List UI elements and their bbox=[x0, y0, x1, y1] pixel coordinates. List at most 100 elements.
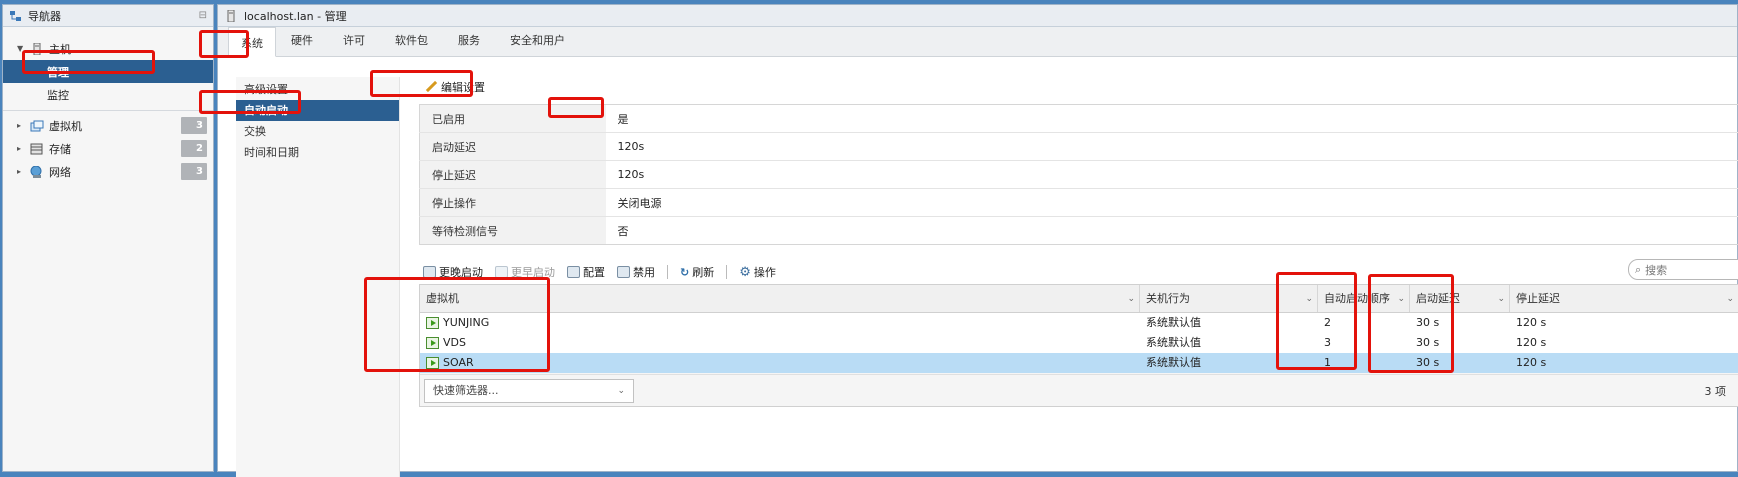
vm-name: YUNJING bbox=[443, 313, 489, 333]
navigator-header: 导航器 ⊟ bbox=[3, 5, 213, 27]
settings-row: 等待检测信号 否 bbox=[420, 217, 1738, 245]
tab-packages[interactable]: 软件包 bbox=[380, 32, 443, 56]
tree-item-virtual-machines[interactable]: ▸ 虚拟机 3 bbox=[3, 114, 213, 137]
autostart-settings-table: 已启用 是 启动延迟 120s 停止延迟 120s 停止操作 关闭电源 等待检测… bbox=[419, 104, 1738, 245]
configure-button[interactable]: 配置 bbox=[567, 264, 605, 280]
quick-filter-select[interactable]: 快速筛选器... ⌄ bbox=[424, 379, 634, 403]
vm-toolbar: 更晚启动 更早启动 配置 禁用 ↻ 刷新 ⚙ 操作 bbox=[423, 262, 776, 282]
column-header-shutdown[interactable]: 关机行为 ⌄ bbox=[1140, 285, 1318, 312]
navigator-title: 导航器 bbox=[28, 8, 194, 24]
gear-icon: ⚙ bbox=[739, 265, 751, 280]
count-badge: 3 bbox=[181, 117, 207, 134]
setting-key: 停止操作 bbox=[420, 189, 606, 217]
count-badge: 3 bbox=[181, 163, 207, 180]
setting-value: 是 bbox=[606, 105, 1738, 133]
navigator-panel: 导航器 ⊟ ▼ 主机 管理 监控 ▸ 虚拟机 3 ▸ bbox=[2, 4, 214, 472]
tree-item-host[interactable]: ▼ 主机 bbox=[3, 37, 213, 60]
refresh-icon: ↻ bbox=[680, 266, 689, 279]
configure-label: 配置 bbox=[583, 264, 605, 280]
table-row[interactable]: YUNJING 系统默认值 2 30 s 120 s bbox=[420, 313, 1738, 333]
search-input[interactable]: ⌕ 搜索 bbox=[1628, 259, 1738, 280]
setting-value: 否 bbox=[606, 217, 1738, 245]
toolbar-separator bbox=[667, 265, 668, 279]
grid-footer: 快速筛选器... ⌄ 3 项 bbox=[420, 374, 1738, 406]
chevron-down-icon[interactable]: ⌄ bbox=[1497, 285, 1505, 313]
tree-item-storage[interactable]: ▸ 存储 2 bbox=[3, 137, 213, 160]
menu-advanced-settings[interactable]: 高级设置 bbox=[236, 79, 399, 100]
expand-right-icon[interactable]: ▸ bbox=[17, 121, 25, 130]
window-title: localhost.lan - 管理 bbox=[244, 8, 347, 24]
tab-licensing[interactable]: 许可 bbox=[328, 32, 380, 56]
start-earlier-icon bbox=[495, 266, 508, 278]
vm-name-cell: SOAR bbox=[420, 353, 1140, 373]
vm-name-cell: YUNJING bbox=[420, 313, 1140, 333]
chevron-down-icon[interactable]: ⌄ bbox=[1305, 285, 1313, 313]
menu-autostart[interactable]: 自动启动 bbox=[236, 100, 399, 121]
setting-value: 120s bbox=[606, 133, 1738, 161]
menu-swap[interactable]: 交换 bbox=[236, 121, 399, 142]
column-header-autostart-order[interactable]: 自动启动顺序 ⌄ bbox=[1318, 285, 1410, 312]
expand-right-icon[interactable]: ▸ bbox=[17, 167, 25, 176]
tab-hardware[interactable]: 硬件 bbox=[276, 32, 328, 56]
table-row[interactable]: VDS 系统默认值 3 30 s 120 s bbox=[420, 333, 1738, 353]
actions-label: 操作 bbox=[754, 264, 776, 280]
expand-down-icon[interactable]: ▼ bbox=[17, 44, 25, 53]
column-label: 关机行为 bbox=[1146, 292, 1190, 305]
storage-icon bbox=[30, 143, 44, 155]
shutdown-cell: 系统默认值 bbox=[1140, 333, 1318, 353]
search-placeholder: 搜索 bbox=[1645, 262, 1667, 278]
chevron-down-icon[interactable]: ⌄ bbox=[617, 380, 625, 402]
configure-icon bbox=[567, 266, 580, 278]
order-cell: 2 bbox=[1318, 313, 1410, 333]
refresh-label: 刷新 bbox=[692, 264, 714, 280]
vm-powered-on-icon bbox=[426, 317, 439, 329]
tree-item-monitor[interactable]: 监控 bbox=[3, 83, 213, 106]
disable-icon bbox=[617, 266, 630, 278]
start-later-icon bbox=[423, 266, 436, 278]
refresh-button[interactable]: ↻ 刷新 bbox=[680, 264, 714, 280]
expand-right-icon[interactable]: ▸ bbox=[17, 144, 25, 153]
menu-time-date[interactable]: 时间和日期 bbox=[236, 142, 399, 163]
column-label: 停止延迟 bbox=[1516, 292, 1560, 305]
tree-item-manage[interactable]: 管理 bbox=[3, 60, 213, 83]
collapse-panel-icon[interactable]: ⊟ bbox=[199, 10, 207, 21]
vm-name: SOAR bbox=[443, 353, 474, 373]
tree-item-label: 虚拟机 bbox=[49, 118, 82, 134]
vm-powered-on-icon bbox=[426, 337, 439, 349]
setting-key: 已启用 bbox=[420, 105, 606, 133]
vm-name-cell: VDS bbox=[420, 333, 1140, 353]
column-header-vm[interactable]: 虚拟机 ⌄ bbox=[420, 285, 1140, 312]
tree-item-network[interactable]: ▸ 网络 3 bbox=[3, 160, 213, 183]
chevron-down-icon[interactable]: ⌄ bbox=[1397, 285, 1405, 313]
column-label: 虚拟机 bbox=[426, 292, 459, 305]
vm-name: VDS bbox=[443, 333, 466, 353]
column-header-start-delay[interactable]: 启动延迟 ⌄ bbox=[1410, 285, 1510, 312]
stop-delay-cell: 120 s bbox=[1510, 333, 1738, 353]
start-earlier-button[interactable]: 更早启动 bbox=[495, 264, 555, 280]
start-later-label: 更晚启动 bbox=[439, 264, 483, 280]
pencil-icon bbox=[425, 81, 437, 93]
settings-row: 启动延迟 120s bbox=[420, 133, 1738, 161]
actions-button[interactable]: ⚙ 操作 bbox=[739, 264, 776, 280]
stop-delay-cell: 120 s bbox=[1510, 313, 1738, 333]
tab-system[interactable]: 系统 bbox=[228, 27, 276, 57]
host-server-icon bbox=[224, 10, 238, 22]
disable-button[interactable]: 禁用 bbox=[617, 264, 655, 280]
start-later-button[interactable]: 更晚启动 bbox=[423, 264, 483, 280]
table-row[interactable]: SOAR 系统默认值 1 30 s 120 s bbox=[420, 353, 1738, 373]
chevron-down-icon[interactable]: ⌄ bbox=[1127, 285, 1135, 313]
autostart-vm-grid: 虚拟机 ⌄ 关机行为 ⌄ 自动启动顺序 ⌄ 启动延迟 ⌄ 停止延迟 ⌄ bbox=[419, 284, 1738, 407]
start-delay-cell: 30 s bbox=[1410, 333, 1510, 353]
manage-label: 管理 bbox=[47, 64, 69, 80]
order-cell: 1 bbox=[1318, 353, 1410, 373]
grid-header: 虚拟机 ⌄ 关机行为 ⌄ 自动启动顺序 ⌄ 启动延迟 ⌄ 停止延迟 ⌄ bbox=[420, 285, 1738, 313]
tab-services[interactable]: 服务 bbox=[443, 32, 495, 56]
column-label: 自动启动顺序 bbox=[1324, 292, 1390, 305]
toolbar-separator bbox=[726, 265, 727, 279]
column-header-stop-delay[interactable]: 停止延迟 ⌄ bbox=[1510, 285, 1738, 312]
chevron-down-icon[interactable]: ⌄ bbox=[1726, 285, 1734, 313]
edit-settings-button[interactable]: 编辑设置 bbox=[425, 79, 485, 95]
shutdown-cell: 系统默认值 bbox=[1140, 353, 1318, 373]
tab-security-users[interactable]: 安全和用户 bbox=[495, 32, 580, 56]
setting-value: 120s bbox=[606, 161, 1738, 189]
